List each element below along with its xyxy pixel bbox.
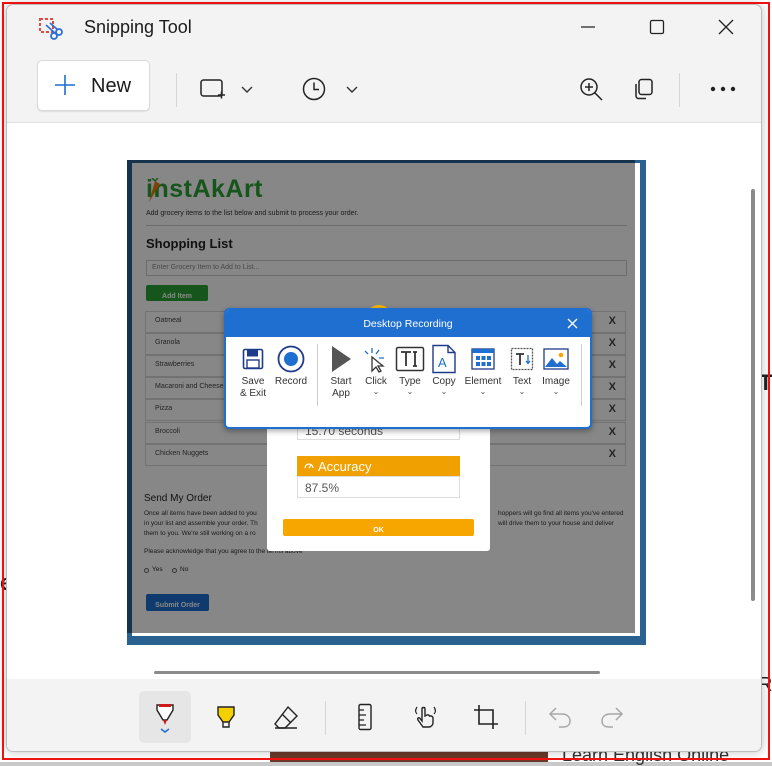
touch-hand-icon [414,706,437,728]
ok-label: OK [373,527,384,534]
copy-tool[interactable]: A Copy ⌄ [425,344,463,396]
text-tool[interactable]: Text ⌄ [503,344,541,396]
desktop-recording-header[interactable]: Desktop Recording [226,310,590,337]
rectangle-snip-icon [199,79,225,99]
accuracy-label: Accuracy [318,459,372,474]
markup-toolbar [7,679,761,751]
snip-canvas[interactable]: instAkArt Add grocery items to the list … [7,123,761,679]
redo-button[interactable] [586,691,638,743]
chevron-down-icon: ⌄ [372,387,380,396]
tool-label: Save [241,376,265,387]
snipping-tool-app-icon [37,16,63,42]
eraser-icon [274,705,298,729]
tool-label: Start [330,376,352,387]
text-input-icon [395,346,425,372]
gauge-icon [304,463,314,469]
undo-icon [548,707,571,728]
new-label: New [91,75,132,97]
chevron-down-icon: ⌄ [406,387,414,396]
crop-tool[interactable] [460,691,512,743]
tool-label: & Exit [239,388,267,399]
chevron-down-icon [346,86,358,93]
vertical-scrollbar[interactable] [751,189,755,601]
type-tool[interactable]: Type ⌄ [391,344,429,396]
redo-icon [601,707,624,728]
copy-button[interactable] [623,69,663,109]
save-exit-tool[interactable]: Save & Exit [234,344,272,400]
ruler-tool[interactable] [339,691,391,743]
start-app-tool[interactable]: Start App [322,344,360,400]
accuracy-field: 87.5% [297,476,460,498]
chevron-down-icon: ⌄ [440,387,448,396]
tool-label: App [332,388,350,399]
toolbar: New [7,49,761,123]
captured-screenshot[interactable]: instAkArt Add grocery items to the list … [127,160,646,645]
horizontal-scrollbar[interactable] [154,671,600,674]
grid-element-icon [471,348,495,370]
minimize-icon [581,26,595,28]
more-dots-icon [710,86,736,92]
svg-text:A: A [438,355,447,370]
tool-label: Record [274,376,308,387]
new-snip-button[interactable]: New [37,60,150,111]
element-tool[interactable]: Element ⌄ [462,344,504,396]
close-icon[interactable] [567,318,578,329]
ballpoint-pen-icon [156,704,174,733]
app-title: Snipping Tool [84,17,192,37]
desktop-recording-title: Desktop Recording [363,318,453,330]
cursor-click-icon [364,348,385,373]
highlighter-icon [217,706,235,728]
close-button[interactable] [703,12,749,42]
copy-icon [635,78,653,100]
image-tool[interactable]: Image ⌄ [537,344,575,396]
clock-icon [302,77,326,101]
touch-writing-tool[interactable] [400,691,452,743]
maximize-button[interactable] [634,12,680,42]
ruler-icon [358,703,372,731]
zoom-button[interactable] [571,69,611,109]
record-tool[interactable]: Record [272,344,310,388]
floppy-disk-icon [242,348,264,370]
chevron-down-icon: ⌄ [479,387,487,396]
tool-divider [581,344,582,406]
toolbar-divider [325,701,326,735]
more-options-button[interactable] [703,69,743,109]
toolbar-divider [525,701,526,735]
eraser-tool[interactable] [260,691,312,743]
tool-divider [317,344,318,406]
document-copy-icon: A [432,344,456,374]
snipping-tool-window: Snipping Tool New instAkArt Add grocery … [6,4,762,752]
toolbar-divider [176,73,177,107]
ok-button[interactable]: OK [283,519,474,536]
maximize-icon [649,19,665,35]
ballpoint-pen-tool[interactable] [139,691,191,743]
background-image [270,752,548,762]
crop-icon [474,705,498,729]
title-bar[interactable]: Snipping Tool [7,5,761,49]
chevron-down-icon: ⌄ [518,387,526,396]
plus-icon [55,75,75,95]
snip-mode-dropdown[interactable] [193,69,259,109]
play-icon [332,346,351,372]
chevron-down-icon [241,86,252,93]
zoom-in-icon [580,78,603,101]
desktop-recording-toolbar: Desktop Recording Save & Exit Record Sta… [224,308,592,429]
accuracy-value: 87.5% [305,481,340,495]
toolbar-divider [679,73,680,107]
undo-button[interactable] [534,691,586,743]
image-icon [543,348,569,370]
accuracy-header: Accuracy [297,456,460,476]
click-tool[interactable]: Click ⌄ [357,344,395,396]
minimize-button[interactable] [565,12,611,42]
close-icon [718,19,734,35]
record-icon [277,345,305,373]
delay-timer-dropdown[interactable] [295,69,365,109]
text-extract-icon [510,347,534,371]
chevron-down-icon: ⌄ [552,387,560,396]
highlighter-tool[interactable] [200,691,252,743]
